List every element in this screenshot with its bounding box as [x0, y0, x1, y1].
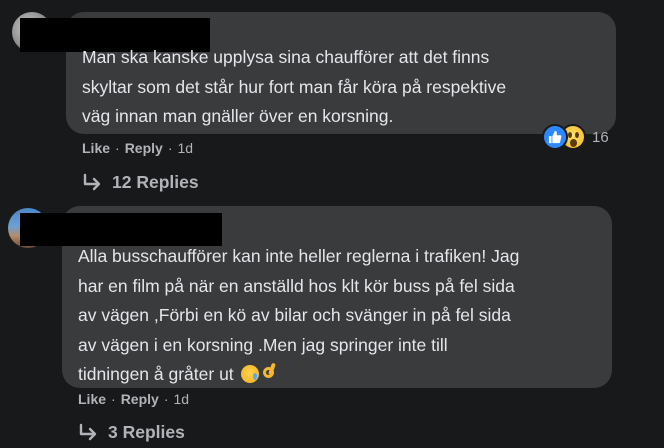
comment-text-fragment: tidningen å gråter ut [78, 364, 234, 384]
comment-text-line: av vägen ,Förbi en kö av bilar och sväng… [78, 305, 511, 325]
replies-count-label: 3 Replies [108, 422, 185, 442]
comment-text-line: Alla busschaufförer kan inte heller regl… [78, 246, 520, 266]
comment-text-line-last: tidningen å gråter ut [78, 360, 519, 390]
comment-actions: Like · Reply · 1d [82, 140, 193, 156]
reply-button[interactable]: Reply [121, 391, 159, 407]
like-button[interactable]: Like [78, 391, 106, 407]
comment-text-line: har en film på när en anställd hos klt k… [78, 275, 515, 296]
ok-hand-emoji-icon [261, 365, 277, 383]
comment-text: Alla busschaufförer kan inte heller regl… [78, 242, 519, 390]
view-replies-button[interactable]: 12 Replies [82, 172, 199, 193]
comment-actions: Like · Reply · 1d [78, 391, 189, 407]
timestamp[interactable]: 1d [173, 391, 189, 407]
comment-text-line: av vägen i en korsning .Men jag springer… [78, 334, 448, 355]
comment-text: Man ska kanske upplysa sina chaufförer a… [82, 43, 506, 132]
reply-button[interactable]: Reply [125, 140, 163, 156]
separator-dot: · [163, 391, 169, 407]
reply-arrow-icon [79, 423, 97, 440]
timestamp[interactable]: 1d [177, 140, 193, 156]
sad-tear-emoji-icon [240, 365, 259, 383]
reaction-count: 16 [592, 128, 609, 146]
like-icon [542, 124, 568, 150]
like-button[interactable]: Like [82, 140, 110, 156]
comment-text-line: skyltar som det står hur fort man får kö… [82, 76, 507, 97]
replies-count-label: 12 Replies [112, 172, 199, 192]
separator-dot: · [167, 140, 173, 156]
view-replies-button[interactable]: 3 Replies [78, 422, 185, 443]
comment-text-line: väg innan man gnäller över en korsning. [82, 106, 394, 126]
reply-arrow-icon [83, 173, 101, 190]
separator-dot: · [115, 140, 120, 156]
separator-dot: · [111, 391, 116, 407]
comment-text-line: Man ska kanske upplysa sina chaufförer a… [82, 47, 490, 67]
reaction-summary[interactable]: 16 [542, 124, 609, 150]
